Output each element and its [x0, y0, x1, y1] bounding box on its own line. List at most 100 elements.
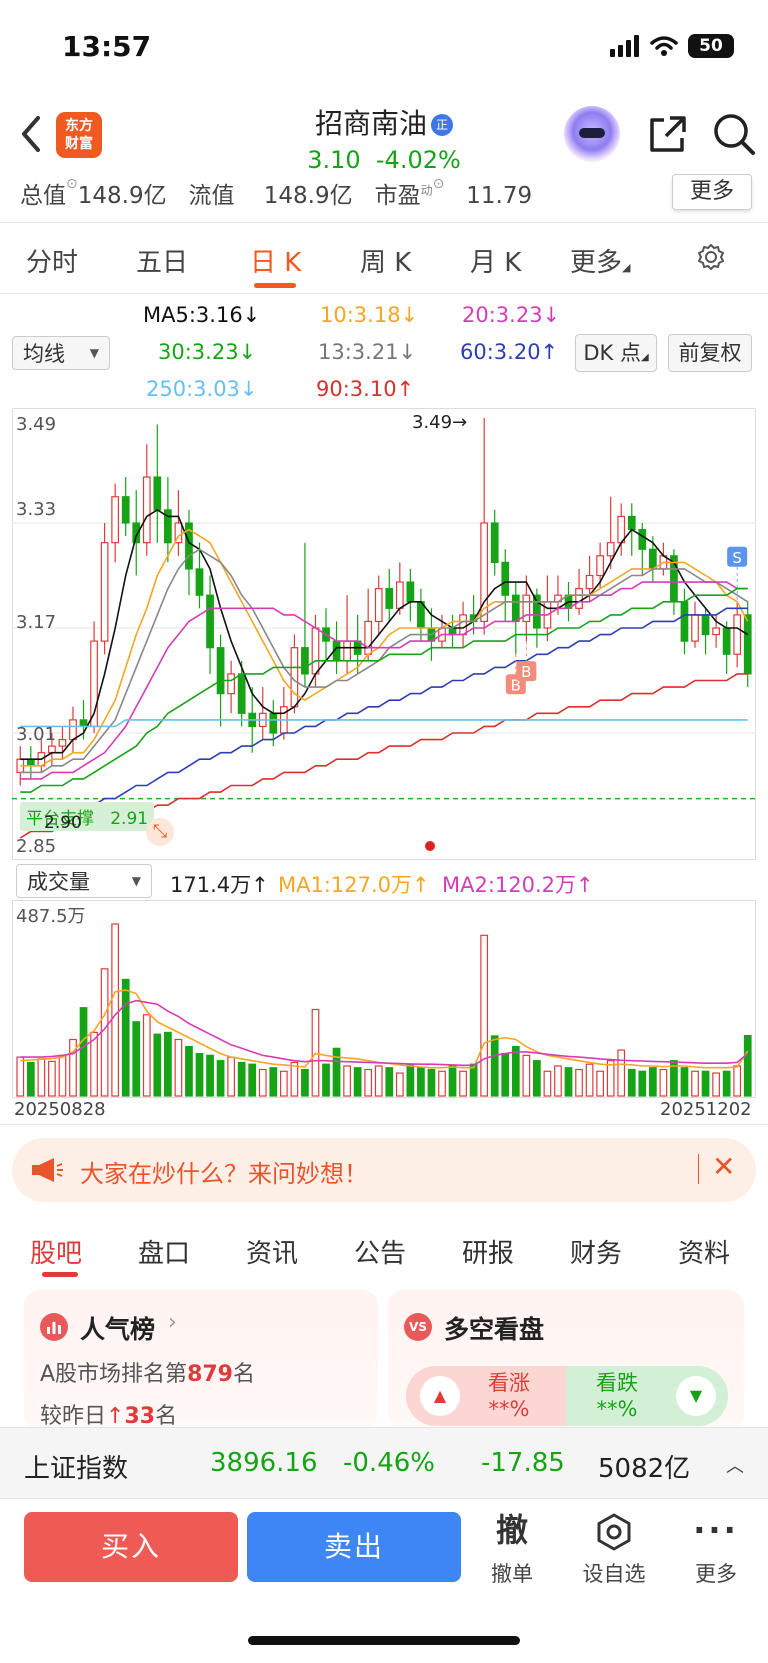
volume-selector-label: 成交量 [27, 870, 90, 894]
more-actions-button[interactable]: ··· 更多 [676, 1508, 756, 1588]
tab-news[interactable]: 资讯 [246, 1233, 298, 1270]
candle-down [79, 719, 88, 728]
volume-bar-down [185, 1045, 193, 1097]
kline-chart[interactable]: BBS [12, 408, 756, 860]
volume-bar-up [111, 923, 120, 1097]
dropdown-triangle-icon: ▼ [131, 874, 141, 888]
volume-bar-down [533, 1060, 541, 1097]
indicator-selector[interactable]: 均线 ▼ [12, 336, 110, 370]
banner-separator [698, 1154, 699, 1184]
bear-value: **% [596, 1397, 638, 1421]
volume-bar-down [511, 1045, 520, 1097]
buy-button[interactable]: 买入 [24, 1512, 238, 1582]
ma90-value: 90:3.10↑ [316, 377, 415, 401]
stats-more-button[interactable]: 更多 [672, 174, 752, 210]
bear-label: 看跌 [596, 1371, 638, 1395]
chevron-right-icon: › [168, 1310, 177, 1335]
y-tick-label: 3.17 [16, 612, 57, 633]
tab-weekly-k[interactable]: 周 K [360, 242, 411, 279]
event-dot [425, 841, 435, 851]
change-suffix: 名 [155, 1404, 178, 1429]
close-icon[interactable]: ✕ [712, 1150, 735, 1183]
volume-bar-down [627, 1068, 636, 1097]
volume-bar-up [395, 1072, 404, 1097]
dropdown-triangle-icon: ▼ [89, 346, 99, 360]
status-icons: 50 [610, 34, 734, 58]
candle-down [153, 476, 162, 511]
candle-down [26, 758, 35, 767]
divider [0, 293, 768, 294]
volume-bar-up [142, 1014, 151, 1097]
change-value: 33 [124, 1404, 156, 1429]
indicator-selector-label: 均线 [23, 342, 65, 366]
home-indicator [248, 1636, 520, 1645]
volume-ma2: MA2:120.2万↑ [442, 873, 594, 897]
tab-more[interactable]: 更多◢ [570, 242, 630, 279]
volume-bar-up [606, 1060, 615, 1097]
volume-bar-up [733, 1065, 742, 1097]
y-tick-label: 3.49 [16, 414, 57, 435]
candle-down [680, 601, 689, 642]
tab-monthly-k[interactable]: 月 K [470, 242, 521, 279]
candle-up [585, 574, 594, 590]
tab-guba[interactable]: 股吧 [30, 1233, 82, 1270]
ma250-value: 250:3.03↓ [146, 377, 258, 401]
pe-value: 11.79 [466, 183, 533, 209]
bull-label: 看涨 [488, 1371, 530, 1395]
tab-profile[interactable]: 资料 [678, 1233, 730, 1270]
stock-name: 招商南油 [314, 107, 427, 140]
stock-change-pct: -4.02% [375, 146, 461, 174]
tab-five-day[interactable]: 五日 [136, 242, 188, 279]
rank-prefix: A股市场排名第 [40, 1362, 188, 1387]
volume-indicator-selector[interactable]: 成交量 ▼ [16, 864, 152, 898]
tab-intraday[interactable]: 分时 [26, 242, 78, 279]
index-name: 上证指数 [24, 1454, 129, 1484]
share-button[interactable] [646, 112, 690, 156]
search-button[interactable] [712, 112, 756, 156]
volume-bar-up [290, 1061, 299, 1097]
total-mv-value: 148.9亿 [77, 183, 167, 209]
candle-up [712, 627, 720, 636]
candle-down [743, 614, 752, 675]
candle-down [638, 528, 647, 550]
sell-button[interactable]: 卖出 [247, 1512, 461, 1582]
y-tick-label: 2.85 [16, 836, 57, 857]
vs-icon: VS [404, 1313, 432, 1341]
tab-research[interactable]: 研报 [462, 1233, 514, 1270]
tab-pankou[interactable]: 盘口 [138, 1233, 190, 1270]
expand-arrows-icon[interactable]: ⤡ [146, 818, 174, 846]
volume-bar-down [248, 1063, 257, 1097]
chevron-up-icon[interactable]: ︿ [726, 1452, 744, 1478]
tab-daily-k[interactable]: 日 K [250, 242, 301, 279]
tab-finance[interactable]: 财务 [570, 1233, 622, 1270]
index-change: -17.85 [481, 1448, 565, 1478]
volume-bar-down [680, 1067, 689, 1097]
rank-suffix: 名 [233, 1362, 256, 1387]
volume-chart[interactable] [12, 900, 756, 1098]
candle-down [722, 627, 731, 655]
candle-down [701, 614, 710, 636]
volume-bar-down [648, 1067, 657, 1097]
banner-text: 大家在炒什么？来问妙想！ [80, 1160, 368, 1188]
add-watchlist-button[interactable]: 设自选 [574, 1508, 654, 1588]
candle-up [691, 614, 699, 642]
chart-settings-button[interactable] [694, 240, 728, 278]
volume-bar-down [132, 1021, 141, 1097]
buy-point-label: B [521, 663, 531, 681]
volume-bar-up [174, 1038, 183, 1097]
volume-bar-up [596, 1070, 604, 1097]
tab-announcements[interactable]: 公告 [354, 1233, 406, 1270]
popularity-title: 人气榜 [80, 1315, 156, 1344]
volume-bar-down [195, 1053, 204, 1097]
volume-bar-up [659, 1068, 668, 1097]
volume-bar-down [26, 1061, 35, 1097]
cancel-order-button[interactable]: 撤 撤单 [472, 1508, 552, 1588]
status-time: 13:57 [62, 30, 152, 63]
dk-point-button[interactable]: DK 点◢ [575, 334, 657, 372]
price-adjust-button[interactable]: 前复权 [668, 334, 752, 372]
candle-down [301, 647, 309, 675]
candle-up [58, 738, 67, 747]
kline-chart-frame [12, 408, 756, 860]
ai-assistant-avatar[interactable] [564, 106, 620, 162]
ma30-value: 30:3.23↓ [158, 340, 257, 364]
